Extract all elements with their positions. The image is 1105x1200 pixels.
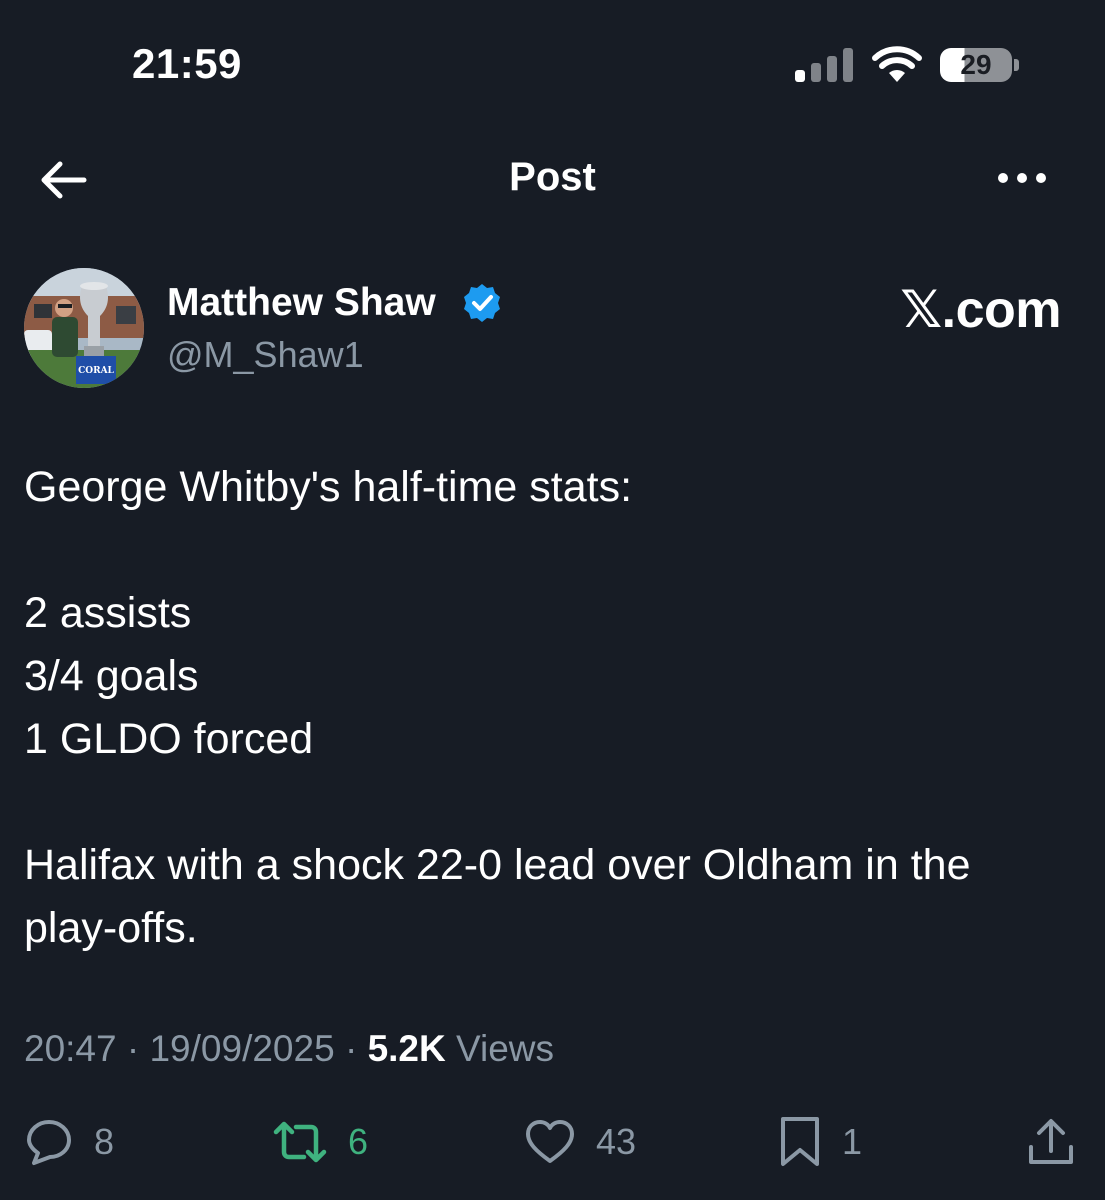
page-title: Post bbox=[509, 155, 596, 199]
like-button[interactable]: 43 bbox=[524, 1114, 636, 1170]
status-time: 21:59 bbox=[132, 40, 242, 87]
bookmark-icon bbox=[781, 1117, 819, 1166]
repost-count: 6 bbox=[348, 1121, 369, 1162]
bookmark-button[interactable]: 1 bbox=[778, 1114, 862, 1170]
author-name[interactable]: Matthew Shaw bbox=[167, 281, 436, 325]
bookmark-count: 1 bbox=[842, 1121, 863, 1162]
post-meta: 20:47 · 19/09/2025 · 5.2K Views bbox=[24, 1028, 554, 1070]
post-text-line: Halifax with a shock 22-0 lead over Oldh… bbox=[24, 841, 971, 952]
post-text-line: George Whitby's half-time stats: bbox=[24, 463, 633, 511]
reply-button[interactable]: 8 bbox=[24, 1114, 114, 1170]
like-count: 43 bbox=[596, 1121, 637, 1162]
signal-icon bbox=[795, 48, 853, 82]
views-count[interactable]: 5.2K bbox=[368, 1028, 446, 1069]
heart-icon bbox=[526, 1120, 574, 1163]
repost-button[interactable]: 6 bbox=[272, 1114, 368, 1170]
avatar-image: CORAL bbox=[24, 268, 144, 388]
post-date: 19/09/2025 bbox=[149, 1028, 335, 1069]
post-body: George Whitby's half-time stats: 2 assis… bbox=[24, 456, 1074, 960]
share-icon bbox=[1029, 1119, 1073, 1164]
post-time: 20:47 bbox=[24, 1028, 117, 1069]
post-text-line: 2 assists bbox=[24, 589, 192, 637]
x-logo-watermark: 𝕏.com bbox=[900, 281, 1061, 339]
post-text-line: 1 GLDO forced bbox=[24, 715, 314, 763]
views-label: Views bbox=[456, 1028, 555, 1069]
repost-icon bbox=[273, 1121, 327, 1163]
post-screen: 21:59 29 Post CORAL Matthew Shaw @M_Shaw… bbox=[0, 0, 1105, 1200]
meta-separator: · bbox=[126, 1028, 140, 1069]
wifi-icon bbox=[872, 46, 922, 82]
reply-icon bbox=[27, 1120, 71, 1165]
battery-level: 29 bbox=[960, 49, 992, 80]
post-text-line: 3/4 goals bbox=[24, 652, 199, 700]
more-horizontal-icon[interactable] bbox=[996, 166, 1048, 190]
author-handle[interactable]: @M_Shaw1 bbox=[167, 334, 364, 376]
share-button[interactable] bbox=[1026, 1114, 1076, 1170]
avatar[interactable]: CORAL bbox=[24, 268, 144, 388]
meta-separator: · bbox=[344, 1028, 358, 1069]
reply-count: 8 bbox=[94, 1121, 115, 1162]
battery-icon: 29 bbox=[940, 46, 1019, 84]
avatar-caption: CORAL bbox=[78, 366, 114, 376]
verified-badge-icon bbox=[464, 284, 500, 322]
